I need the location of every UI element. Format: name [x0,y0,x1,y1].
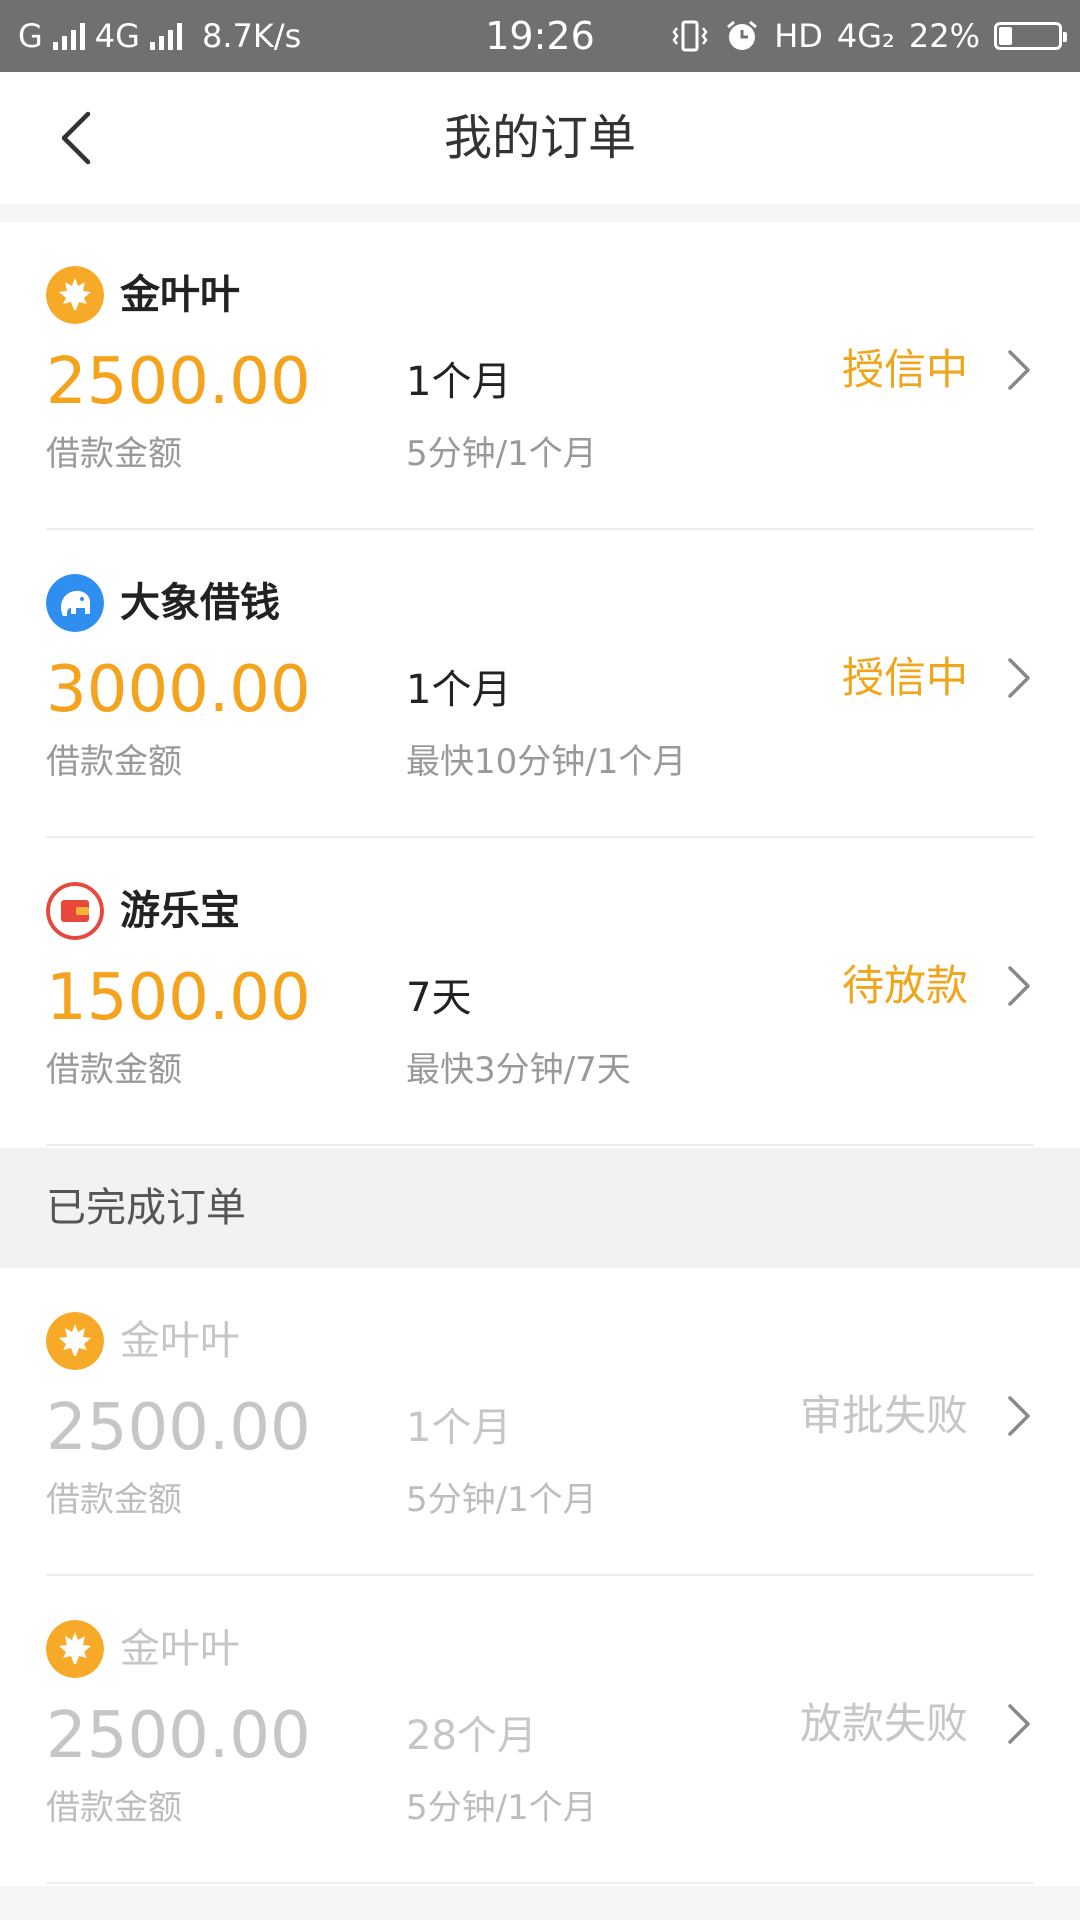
vibrate-icon [672,20,708,52]
loan-amount-label: 借款金额 [46,434,182,474]
lender-name: 金叶叶 [120,272,240,318]
status-bar-left: G 4G 8.7K/s [18,17,670,55]
order-item[interactable]: 大象借钱 3000.00 借款金额 1个月 最快10分钟/1个月 授信中 [0,530,1080,838]
loan-amount: 2500.00 [46,1699,311,1773]
loan-term: 7天 [406,975,472,1021]
chevron-right-icon [1008,350,1030,390]
order-item[interactable]: 金叶叶 2500.00 借款金额 28个月 5分钟/1个月 放款失败 [0,1576,1080,1884]
nav-header: 我的订单 [0,72,1080,204]
lender-name: 金叶叶 [120,1318,240,1364]
status-bar: G 4G 8.7K/s 19:26 HD 4G₂ 22% [0,0,1080,72]
completed-orders-title: 已完成订单 [46,1185,246,1231]
carrier-2: 4G [94,17,140,55]
lender-name: 金叶叶 [120,1626,240,1672]
battery-level [999,27,1012,45]
elephant-icon [46,574,104,632]
lender-name: 大象借钱 [120,580,280,626]
completed-orders-header: 已完成订单 [0,1148,1080,1268]
order-item[interactable]: 金叶叶 2500.00 借款金额 1个月 5分钟/1个月 审批失败 [0,1268,1080,1576]
divider [46,1144,1034,1146]
loan-term: 28个月 [406,1713,537,1759]
lender-name: 游乐宝 [120,888,240,934]
hd-indicator: HD [774,17,823,55]
carrier-1: G [18,17,43,55]
network-type: 4G₂ [836,17,895,55]
signal-icon-2 [149,22,182,50]
order-status: 授信中 [841,345,968,394]
chevron-right-icon [1008,1396,1030,1436]
loan-amount-label: 借款金额 [46,742,182,782]
order-status: 待放款 [841,961,968,1010]
loan-term-detail: 最快10分钟/1个月 [406,742,687,782]
loan-term: 1个月 [406,1405,512,1451]
loan-term: 1个月 [406,359,512,405]
alarm-icon [727,20,758,50]
active-orders-list: 金叶叶 2500.00 借款金额 1个月 5分钟/1个月 授信中 大象借钱 30… [0,222,1080,1148]
loan-amount: 2500.00 [46,1391,311,1465]
order-status: 审批失败 [799,1391,968,1440]
loan-amount: 2500.00 [46,345,311,419]
chevron-right-icon [1008,658,1030,698]
loan-amount-label: 借款金额 [46,1050,182,1090]
order-item[interactable]: 金叶叶 2500.00 借款金额 1个月 5分钟/1个月 授信中 [0,222,1080,530]
order-status: 放款失败 [799,1699,968,1748]
loan-term-detail: 5分钟/1个月 [406,434,597,474]
network-speed: 8.7K/s [201,17,302,55]
loan-term-detail: 最快3分钟/7天 [406,1050,631,1090]
order-status: 授信中 [841,653,968,702]
status-bar-right: HD 4G₂ 22% [670,17,1067,55]
signal-icon-1 [52,22,85,50]
loan-term-detail: 5分钟/1个月 [406,1480,597,1520]
loan-amount-label: 借款金额 [46,1788,182,1828]
order-item[interactable]: 游乐宝 1500.00 借款金额 7天 最快3分钟/7天 待放款 [0,838,1080,1146]
chevron-right-icon [1008,1704,1030,1744]
completed-orders-list: 金叶叶 2500.00 借款金额 1个月 5分钟/1个月 审批失败 金叶叶 25… [0,1268,1080,1886]
wallet-icon [46,882,104,940]
chevron-right-icon [1008,966,1030,1006]
loan-amount: 1500.00 [46,961,311,1035]
maple-leaf-icon [46,266,104,324]
loan-term-detail: 5分钟/1个月 [406,1788,597,1828]
loan-amount: 3000.00 [46,653,311,727]
battery-icon [994,22,1067,50]
loan-amount-label: 借款金额 [46,1480,182,1520]
maple-leaf-icon [46,1312,104,1370]
page-title: 我的订单 [443,110,636,166]
battery-percent: 22% [908,17,980,55]
divider [46,1882,1034,1884]
maple-leaf-icon [46,1620,104,1678]
loan-term: 1个月 [406,667,512,713]
